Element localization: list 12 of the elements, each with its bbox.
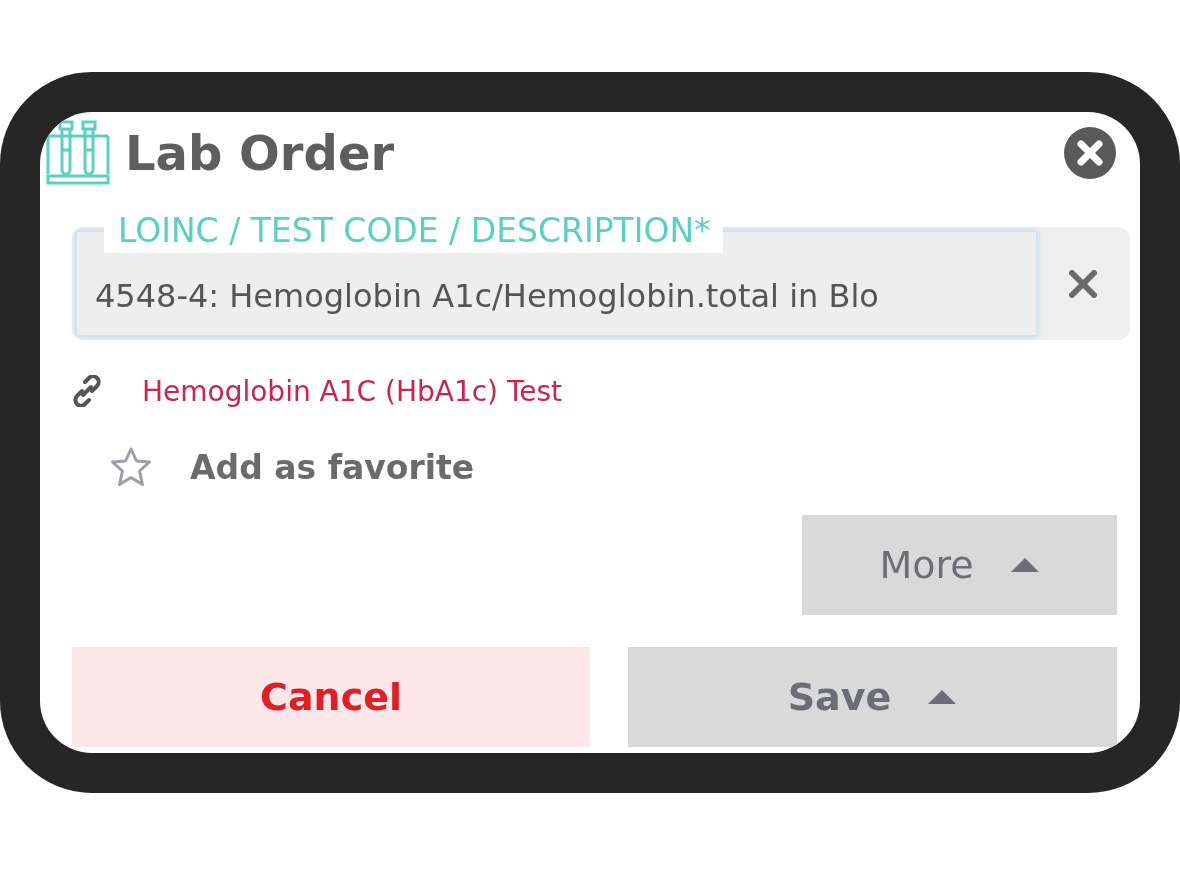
more-button[interactable]: More — [802, 515, 1117, 615]
reference-link[interactable]: Hemoglobin A1C (HbA1c) Test — [142, 374, 563, 408]
clear-icon[interactable] — [1068, 269, 1097, 298]
cancel-button[interactable]: Cancel — [72, 647, 590, 747]
link-icon — [72, 375, 102, 407]
save-button[interactable]: Save — [628, 647, 1117, 747]
close-icon[interactable] — [1064, 126, 1116, 179]
dialog-title: Lab Order — [125, 128, 396, 177]
favorite-button[interactable]: Add as favorite — [110, 447, 475, 487]
caret-icon — [1009, 557, 1040, 573]
test-tubes-icon — [46, 120, 110, 185]
caret-icon — [927, 689, 958, 705]
